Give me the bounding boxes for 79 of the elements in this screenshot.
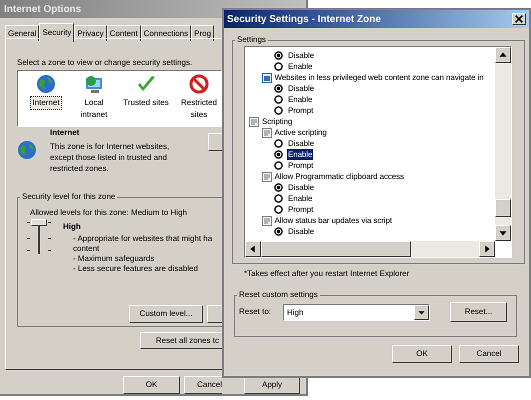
radio-button[interactable] [274, 106, 283, 115]
custom-level-button[interactable]: Custom level... [129, 305, 203, 323]
level-name: High [63, 221, 81, 233]
tab[interactable]: Content [106, 25, 141, 41]
tab[interactable]: Privacy [74, 25, 107, 41]
scroll-thumb[interactable] [261, 241, 411, 257]
level-description: - Maximum safeguards [73, 254, 154, 264]
restart-note: *Takes effect after you restart Internet Explorer [244, 268, 410, 280]
dialog-button[interactable]: Cancel [184, 376, 222, 394]
option-label[interactable]: Disable [287, 226, 315, 237]
tab[interactable]: Connections [140, 25, 192, 41]
option-label[interactable]: Disable [287, 50, 315, 61]
tab[interactable]: General [5, 25, 40, 41]
slider-thumb[interactable] [31, 219, 47, 226]
zone-prompt: Select a zone to view or change security settings. [17, 57, 192, 69]
tab[interactable]: Security [39, 23, 74, 42]
radio-button[interactable] [274, 183, 283, 192]
computer-icon [84, 74, 104, 94]
prohibited-icon [189, 74, 209, 94]
window-title: Security Settings - Internet Zone [227, 12, 381, 26]
option-label[interactable]: Prompt [287, 160, 314, 171]
radio-button[interactable] [274, 205, 283, 214]
level-description: content [73, 244, 100, 254]
zone-item[interactable]: Local intranet [74, 97, 114, 121]
radio-button[interactable] [274, 139, 283, 148]
option-label[interactable]: Enable [287, 61, 314, 72]
reset-button[interactable]: Reset... [450, 302, 507, 322]
option-label[interactable]: Prompt [287, 204, 314, 215]
globe-icon [36, 74, 56, 94]
zone-description: This zone is for Internet websites, except those listed in trusted and restricted zones. [50, 141, 170, 174]
dropdown-value: High [287, 306, 304, 318]
radio-button[interactable] [274, 62, 283, 71]
zone-item[interactable]: Trusted sites [122, 97, 170, 109]
option-label[interactable]: Disable [287, 182, 315, 193]
radio-button[interactable] [274, 150, 283, 159]
reset-label: Reset to: [239, 306, 272, 318]
option-label[interactable]: Enable [287, 149, 314, 160]
group-label: Reset custom settings [237, 289, 320, 301]
scroll-down-icon[interactable] [495, 225, 511, 241]
zone-item[interactable]: Restricted sites [176, 97, 222, 121]
zone-item[interactable]: Internet [31, 97, 61, 109]
window-title: Internet Options [4, 2, 82, 16]
reset-dropdown[interactable]: High [283, 304, 430, 321]
horizontal-scrollbar[interactable] [245, 241, 495, 257]
globe-icon [17, 140, 37, 160]
option-label[interactable]: Prompt [287, 105, 314, 116]
reset-all-button[interactable]: Reset all zones tc [140, 332, 222, 349]
dialog-button[interactable]: Cancel [459, 345, 519, 363]
level-description: - Less secure features are disabled [73, 264, 198, 274]
option-label[interactable]: Disable [287, 83, 315, 94]
radio-button[interactable] [274, 161, 283, 170]
tab[interactable]: Prog [191, 25, 214, 41]
scroll-right-icon[interactable] [479, 241, 495, 257]
dialog-button[interactable]: OK [392, 345, 452, 363]
scroll-up-icon[interactable] [495, 47, 511, 63]
zone-title: Internet [50, 127, 80, 139]
close-icon[interactable] [512, 13, 526, 25]
setting-label: Active scripting [274, 127, 327, 138]
setting-label: Allow Programmatic clipboard access [274, 171, 404, 182]
vertical-scrollbar[interactable] [495, 47, 511, 241]
radio-button[interactable] [274, 95, 283, 104]
level-description: - Appropriate for websites that might ha [73, 234, 212, 244]
setting-label: Allow status bar updates via script [274, 215, 392, 226]
category-label: Scripting [262, 116, 292, 127]
group-label: Security level for this zone [20, 191, 118, 203]
group-label: Settings [235, 34, 268, 46]
radio-button[interactable] [274, 84, 283, 93]
radio-button[interactable] [274, 227, 283, 236]
option-label[interactable]: Disable [287, 138, 315, 149]
scroll-thumb[interactable] [495, 199, 511, 217]
window-icon [262, 72, 272, 82]
option-label[interactable]: Enable [287, 193, 314, 204]
option-label[interactable]: Enable [287, 94, 314, 105]
dialog-button[interactable]: OK [123, 376, 180, 394]
radio-button[interactable] [274, 194, 283, 203]
setting-label: Websites in less privileged web content zone can navigate in [274, 72, 484, 83]
radio-button[interactable] [274, 51, 283, 60]
allowed-levels: Allowed levels for this zone: Medium to High [30, 207, 187, 219]
scroll-left-icon[interactable] [245, 241, 261, 257]
